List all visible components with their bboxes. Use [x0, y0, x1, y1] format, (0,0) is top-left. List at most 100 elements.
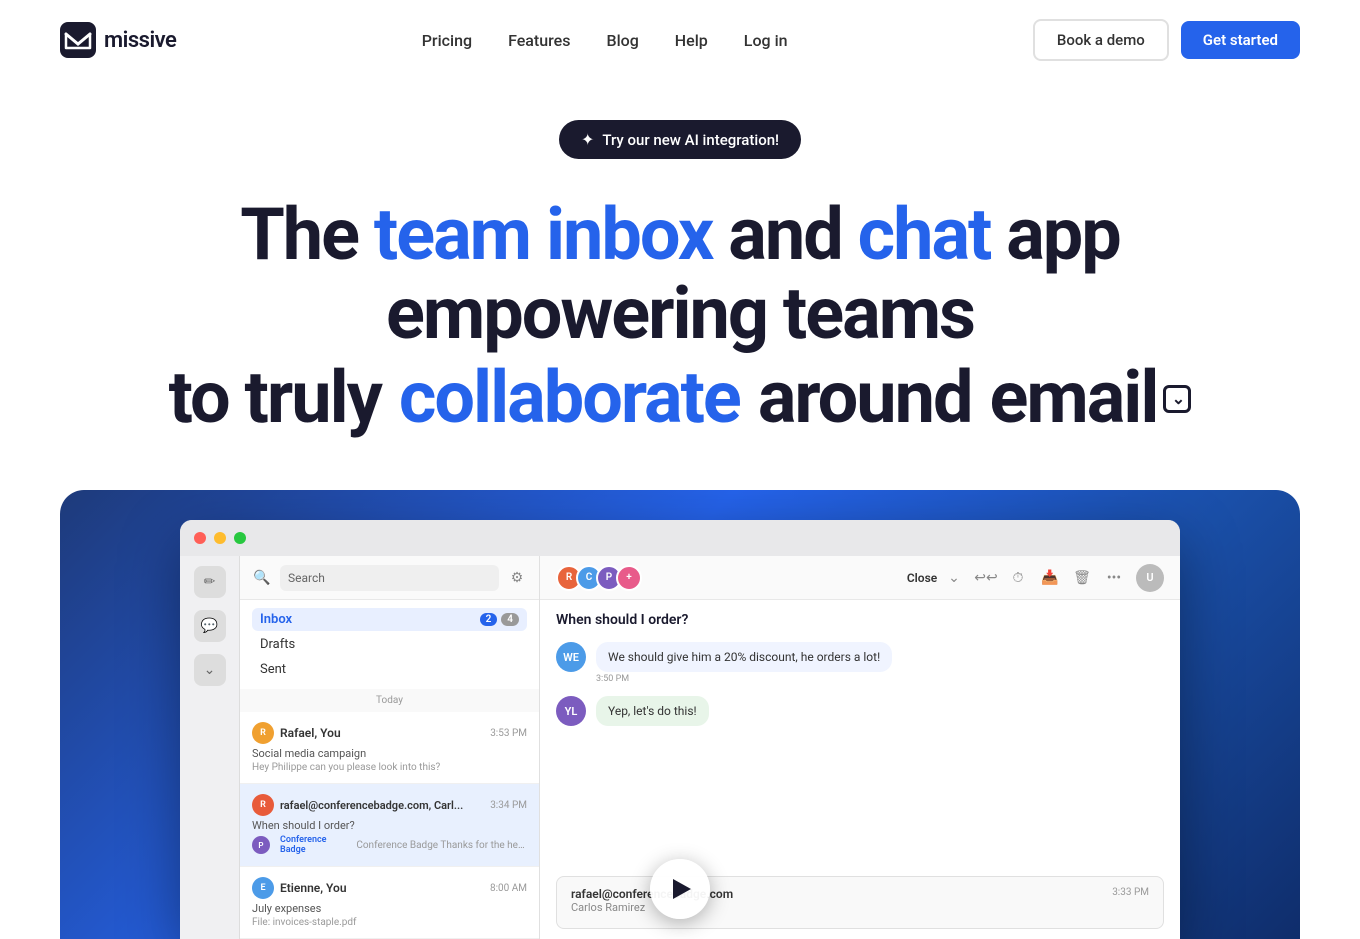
- sidebar-inbox-item[interactable]: Inbox 2 4: [252, 608, 527, 631]
- email-2-team-avatar: P: [252, 836, 270, 854]
- detail-chevron-icon[interactable]: ⌄: [944, 568, 964, 588]
- bubble-1-avatar: WE: [556, 642, 586, 672]
- email-item-2-header: R rafael@conferencebadge.com, Carl... 3:…: [252, 794, 527, 816]
- headline-to-truly: to truly: [169, 357, 381, 440]
- timer-icon[interactable]: ⏱: [1008, 568, 1028, 588]
- sidebar-chat-icon[interactable]: 💬: [194, 610, 226, 642]
- email-2-footer: P Conference Badge Conference Badge Than…: [252, 834, 527, 856]
- headline-and: and: [712, 192, 857, 277]
- reply-all-icon[interactable]: ↩↩: [976, 568, 996, 588]
- play-triangle-icon: [673, 879, 691, 899]
- search-icon: 🔍: [252, 568, 272, 588]
- email-2-tag: Conference Badge: [274, 834, 352, 856]
- email-item-3[interactable]: E Etienne, You 8:00 AM July expenses Fil…: [240, 867, 539, 939]
- reply-time: 3:33 PM: [1112, 887, 1149, 914]
- ai-badge[interactable]: ✦ Try our new AI integration!: [559, 120, 801, 159]
- reply-card: rafael@conferencebadge.com Carlos Ramire…: [556, 876, 1164, 929]
- email-1-subject: Social media campaign: [252, 747, 527, 760]
- email-3-subject: July expenses: [252, 902, 527, 915]
- play-button[interactable]: [650, 859, 710, 919]
- app-preview-section: ✏ 💬 ⌄ 🔍 Search ⚙ Inbox: [60, 490, 1300, 939]
- bubble-2-content: Yep, let's do this!: [596, 696, 709, 726]
- search-box[interactable]: Search: [280, 565, 499, 591]
- sent-label: Sent: [260, 662, 286, 677]
- email-3-avatar: E: [252, 877, 274, 899]
- headline-the: The: [240, 192, 374, 277]
- logo[interactable]: missive: [60, 22, 176, 58]
- sidebar-sent-item[interactable]: Sent: [252, 658, 527, 681]
- detail-toolbar: R C P + Close ⌄ ↩↩ ⏱ 📥 🗑 ••• U: [540, 556, 1180, 600]
- drafts-label: Drafts: [260, 637, 295, 652]
- hero-headline-line2: to truly collaborate around email ⌄: [169, 357, 1192, 440]
- inbox-badges: 2 4: [480, 613, 519, 626]
- email-list-toolbar: 🔍 Search ⚙: [240, 556, 539, 600]
- hero-headline-line1: The team inbox and chat app empowering t…: [130, 195, 1230, 353]
- email-2-subject: When should I order?: [252, 819, 527, 832]
- more-icon[interactable]: •••: [1104, 568, 1124, 588]
- user-avatar: U: [1136, 564, 1164, 592]
- headline-team-inbox: team inbox: [374, 192, 713, 277]
- email-2-sender: rafael@conferencebadge.com, Carl...: [280, 799, 463, 812]
- book-demo-button[interactable]: Book a demo: [1033, 19, 1169, 61]
- email-item-1[interactable]: R Rafael, You 3:53 PM Social media campa…: [240, 712, 539, 784]
- detail-avatar-4: +: [616, 565, 642, 591]
- get-started-button[interactable]: Get started: [1181, 21, 1300, 59]
- window-titlebar: [180, 520, 1180, 556]
- close-button[interactable]: Close: [912, 568, 932, 588]
- headline-collaborate: collaborate: [399, 357, 740, 440]
- logo-icon: [60, 22, 96, 58]
- nav-item-login[interactable]: Log in: [744, 31, 788, 50]
- navbar: missive Pricing Features Blog Help Log i…: [0, 0, 1360, 80]
- trash-icon[interactable]: 🗑: [1072, 568, 1092, 588]
- nav-actions: Book a demo Get started: [1033, 19, 1300, 61]
- window-close-dot[interactable]: [194, 532, 206, 544]
- chat-messages: WE We should give him a 20% discount, he…: [540, 634, 1180, 876]
- headline-around: around: [758, 357, 972, 440]
- app-sidebar: ✏ 💬 ⌄: [180, 556, 240, 939]
- nav-links: Pricing Features Blog Help Log in: [422, 31, 788, 50]
- inbox-label: Inbox: [260, 612, 292, 627]
- today-label: Today: [240, 689, 539, 712]
- email-list-panel: 🔍 Search ⚙ Inbox 2 4: [240, 556, 540, 939]
- bubble-1-time: 3:50 PM: [596, 674, 892, 684]
- filter-icon[interactable]: ⚙: [507, 568, 527, 588]
- email-2-avatar: R: [252, 794, 274, 816]
- nav-item-features[interactable]: Features: [508, 31, 570, 50]
- ai-badge-text: Try our new AI integration!: [602, 131, 779, 149]
- sidebar-compose-icon[interactable]: ✏: [194, 566, 226, 598]
- email-1-sender: Rafael, You: [280, 726, 341, 740]
- logo-text: missive: [104, 28, 176, 53]
- nav-item-pricing[interactable]: Pricing: [422, 31, 472, 50]
- email-detail-panel: R C P + Close ⌄ ↩↩ ⏱ 📥 🗑 ••• U Wh: [540, 556, 1180, 939]
- email-items-list: R Rafael, You 3:53 PM Social media campa…: [240, 712, 539, 939]
- bubble-1-content: We should give him a 20% discount, he or…: [596, 642, 892, 672]
- email-3-preview: File: invoices-staple.pdf: [252, 917, 502, 928]
- bubble-2-avatar: YL: [556, 696, 586, 726]
- hero-section: ✦ Try our new AI integration! The team i…: [0, 80, 1360, 440]
- email-1-avatar: R: [252, 722, 274, 744]
- headline-email-dropdown[interactable]: email ⌄: [990, 357, 1192, 440]
- email-2-time: 3:34 PM: [490, 800, 527, 811]
- detail-subject: When should I order?: [540, 600, 1180, 634]
- chevron-down-icon[interactable]: ⌄: [1163, 385, 1191, 413]
- inbox-badge-2: 4: [501, 613, 519, 626]
- chat-bubble-2: YL Yep, let's do this!: [556, 696, 1164, 726]
- email-3-sender: Etienne, You: [280, 881, 347, 895]
- window-maximize-dot[interactable]: [234, 532, 246, 544]
- email-item-1-header: R Rafael, You 3:53 PM: [252, 722, 527, 744]
- email-1-time: 3:53 PM: [490, 728, 527, 739]
- email-item-2[interactable]: R rafael@conferencebadge.com, Carl... 3:…: [240, 784, 539, 867]
- email-item-3-header: E Etienne, You 8:00 AM: [252, 877, 527, 899]
- detail-avatars: R C P +: [556, 565, 642, 591]
- headline-email: email: [990, 357, 1158, 440]
- headline-chat: chat: [858, 192, 991, 277]
- nav-item-help[interactable]: Help: [675, 31, 708, 50]
- sidebar-more-icon[interactable]: ⌄: [194, 654, 226, 686]
- chat-bubble-1: WE We should give him a 20% discount, he…: [556, 642, 1164, 684]
- search-label: Search: [288, 571, 325, 585]
- window-minimize-dot[interactable]: [214, 532, 226, 544]
- email-3-time: 8:00 AM: [490, 883, 527, 894]
- sidebar-drafts-item[interactable]: Drafts: [252, 633, 527, 656]
- archive-icon[interactable]: 📥: [1040, 568, 1060, 588]
- nav-item-blog[interactable]: Blog: [606, 31, 638, 50]
